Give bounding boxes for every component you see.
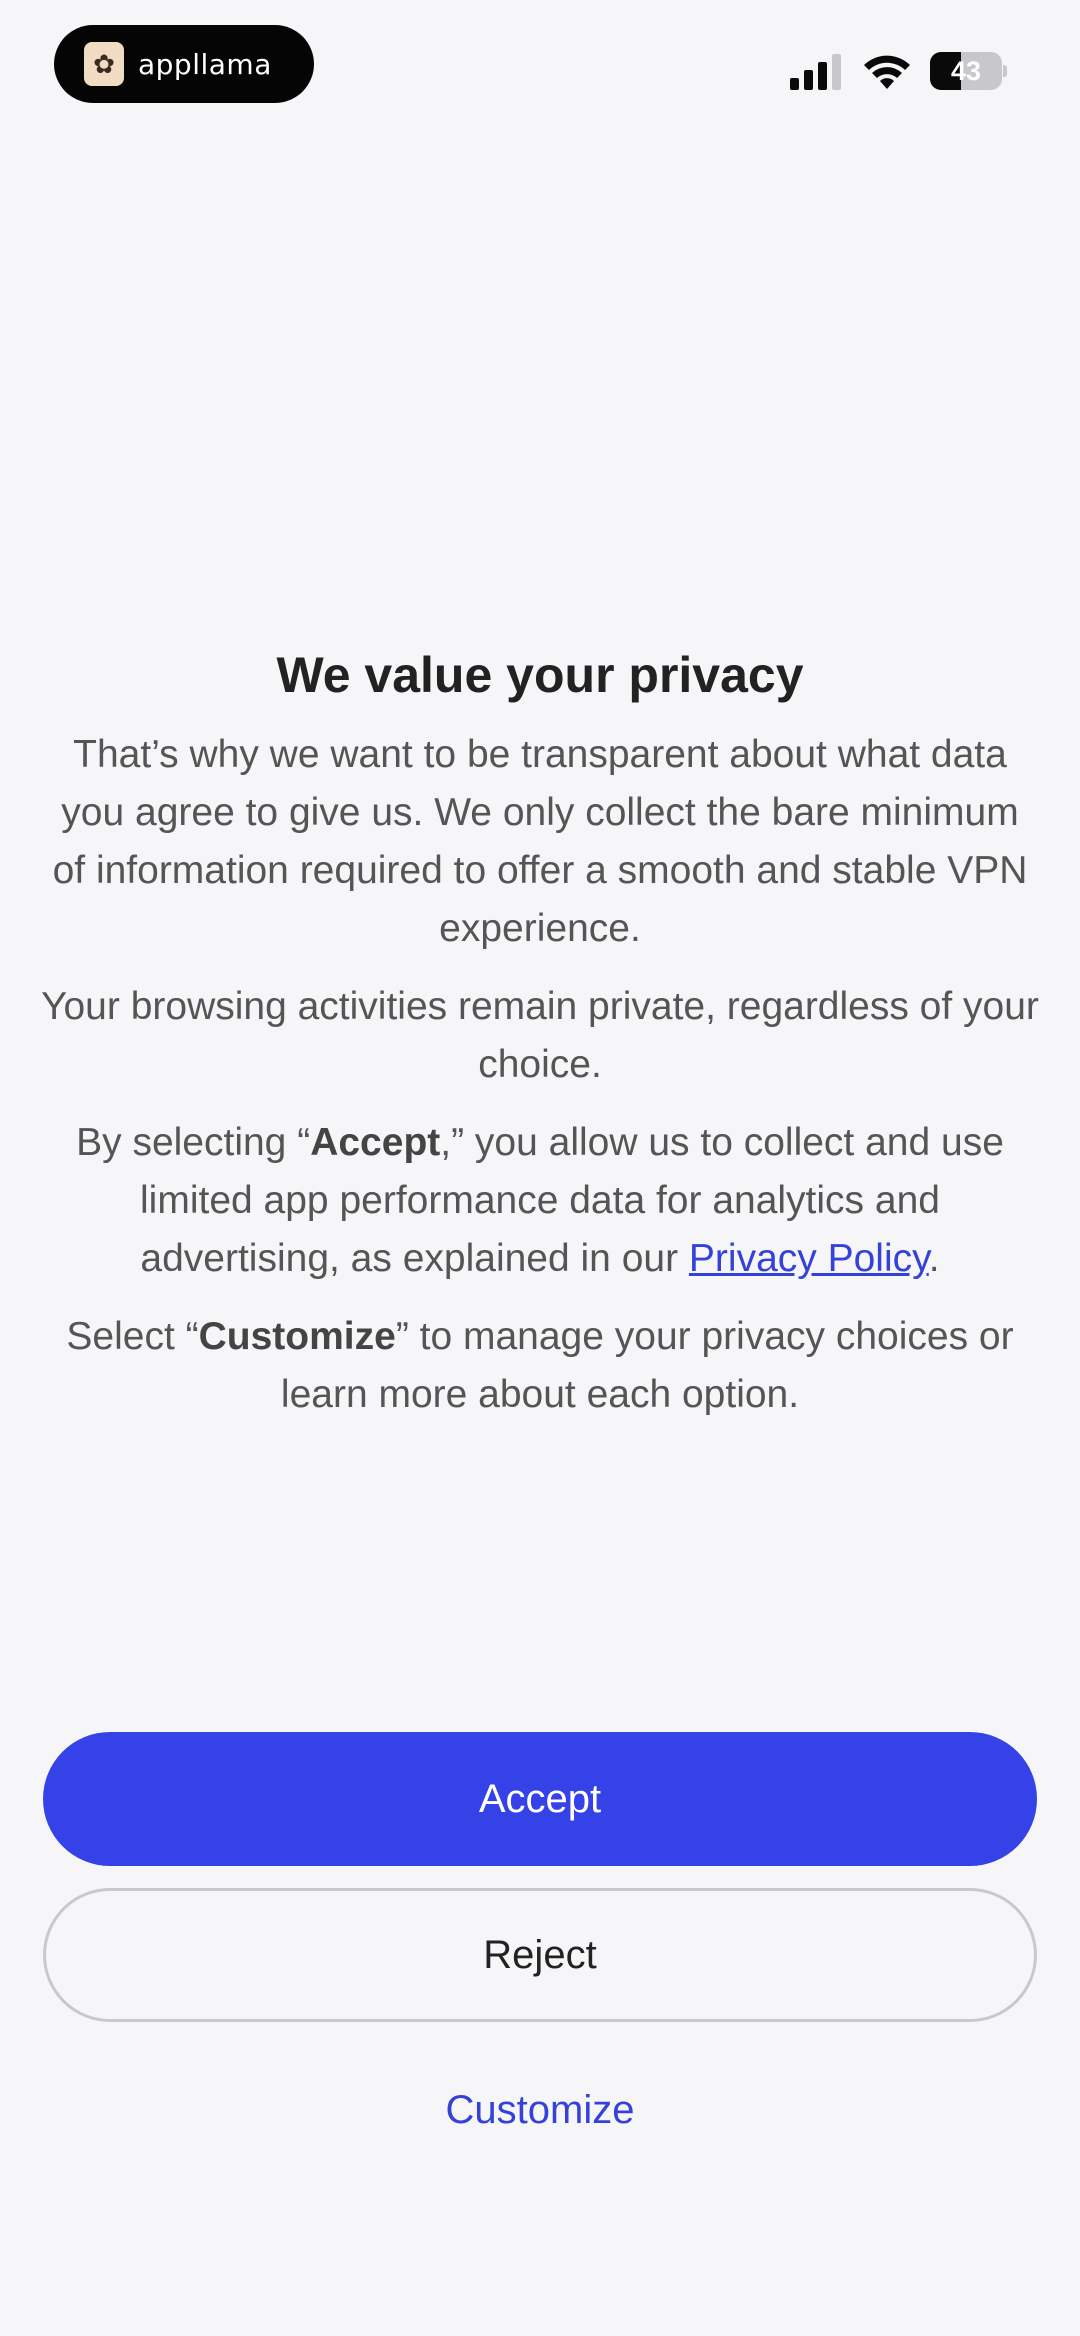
status-bar: ✿ appllama 43 (0, 0, 1080, 130)
accept-keyword: Accept (310, 1121, 441, 1164)
privacy-consent-content: We value your privacy That’s why we want… (40, 640, 1040, 1444)
customize-text-before: Select “ (66, 1315, 199, 1358)
cellular-signal-icon (790, 54, 841, 90)
accept-text-end: . (928, 1237, 940, 1280)
customize-button[interactable]: Customize (340, 2074, 740, 2146)
reject-button[interactable]: Reject (43, 1888, 1037, 2022)
customize-explanation-paragraph: Select “Customize” to manage your privac… (40, 1308, 1040, 1424)
accept-text-before: By selecting “ (76, 1121, 311, 1164)
battery-level: 43 (950, 56, 982, 86)
intro-paragraph: That’s why we want to be transparent abo… (52, 733, 1028, 950)
page-title: We value your privacy (276, 647, 804, 703)
accept-button[interactable]: Accept (43, 1732, 1037, 1866)
brand-badge: ✿ appllama (54, 25, 314, 103)
brand-name: appllama (138, 47, 272, 81)
accept-explanation-paragraph: By selecting “Accept,” you allow us to c… (40, 1114, 1040, 1288)
browsing-paragraph: Your browsing activities remain private,… (41, 985, 1039, 1086)
llama-icon: ✿ (84, 42, 124, 86)
customize-keyword: Customize (198, 1315, 396, 1358)
wifi-icon (864, 55, 910, 89)
privacy-policy-link[interactable]: Privacy Policy (689, 1237, 929, 1280)
battery-indicator: 43 (930, 52, 1008, 90)
